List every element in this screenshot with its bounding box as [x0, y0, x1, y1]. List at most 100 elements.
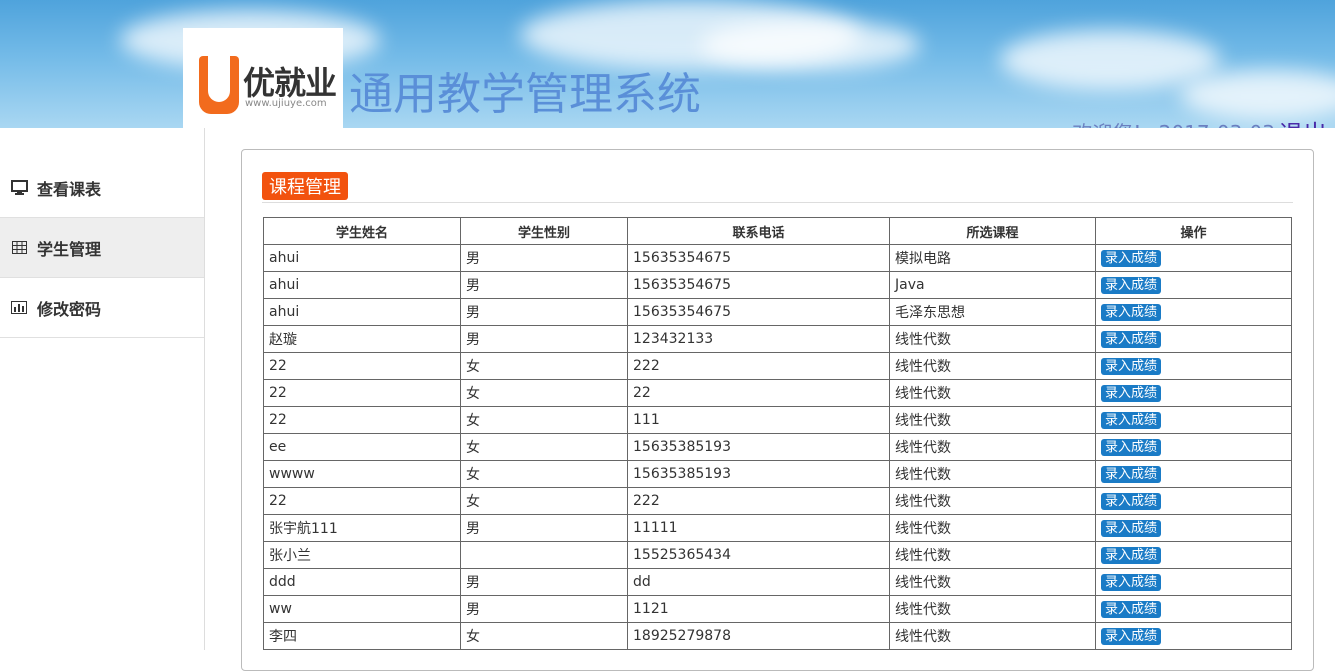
column-header-phone: 联系电话 [627, 217, 890, 245]
cell-student-name: ddd [263, 568, 461, 596]
welcome-text: 欢迎您！ 2017-03-03 [1072, 117, 1275, 128]
cell-student-gender: 女 [460, 379, 628, 407]
cell-phone: 222 [627, 352, 890, 380]
sidebar-item-view-schedule[interactable]: 查看课表 [0, 158, 204, 218]
cell-course: 线性代数 [889, 595, 1096, 623]
cell-phone: 15635385193 [627, 460, 890, 488]
table-row: wwww 女 15635385193 线性代数 录入成绩 [263, 460, 1292, 488]
enter-grade-button[interactable]: 录入成绩 [1101, 438, 1162, 456]
cell-student-name: 张小兰 [263, 541, 461, 569]
column-header-gender: 学生性别 [460, 217, 628, 245]
cell-course: 线性代数 [889, 325, 1096, 353]
monitor-icon [10, 179, 28, 197]
enter-grade-button[interactable]: 录入成绩 [1101, 357, 1162, 375]
table-row: ww 男 1121 线性代数 录入成绩 [263, 595, 1292, 623]
cloud-decoration [1000, 30, 1220, 90]
enter-grade-button[interactable]: 录入成绩 [1101, 600, 1162, 618]
app-title: 通用教学管理系统 [349, 69, 701, 120]
sidebar-item-label: 查看课表 [37, 179, 102, 199]
enter-grade-button[interactable]: 录入成绩 [1101, 573, 1162, 591]
cell-action: 录入成绩 [1095, 352, 1292, 380]
panel-divider [262, 202, 1293, 203]
cell-action: 录入成绩 [1095, 568, 1292, 596]
cell-phone: 18925279878 [627, 622, 890, 650]
cell-course: 线性代数 [889, 433, 1096, 461]
panel-title: 课程管理 [262, 172, 348, 200]
enter-grade-button[interactable]: 录入成绩 [1101, 330, 1162, 348]
sidebar-item-label: 学生管理 [37, 239, 102, 259]
cloud-decoration [700, 20, 920, 70]
table-row: 李四女 18925279878 线性代数 录入成绩 [263, 622, 1292, 650]
table-row: ahui 男 15635354675 毛泽东思想 录入成绩 [263, 298, 1292, 326]
enter-grade-button[interactable]: 录入成绩 [1101, 249, 1162, 267]
cell-student-name: ww [263, 595, 461, 623]
cell-phone: 15525365434 [627, 541, 890, 569]
sidebar-item-change-password[interactable]: 修改密码 [0, 278, 204, 338]
cell-student-name: ee [263, 433, 461, 461]
cell-course: 线性代数 [889, 514, 1096, 542]
cell-course: 线性代数 [889, 406, 1096, 434]
table-row: 张宇航111 男 11111 线性代数 录入成绩 [263, 514, 1292, 542]
cell-action: 录入成绩 [1095, 487, 1292, 515]
cell-action: 录入成绩 [1095, 460, 1292, 488]
cell-student-name: 22 [263, 487, 461, 515]
table-row: 赵璇男 123432133 线性代数 录入成绩 [263, 325, 1292, 353]
cell-student-gender: 男 [460, 325, 628, 353]
sidebar-item-student-management[interactable]: 学生管理 [0, 218, 204, 278]
cell-action: 录入成绩 [1095, 595, 1292, 623]
table-row: 张小兰 15525365434 线性代数 录入成绩 [263, 541, 1292, 569]
column-header-course: 所选课程 [889, 217, 1096, 245]
cell-student-name: 22 [263, 379, 461, 407]
cloud-decoration [1180, 70, 1335, 120]
cell-course: 线性代数 [889, 541, 1096, 569]
column-header-action: 操作 [1095, 217, 1292, 245]
cell-action: 录入成绩 [1095, 379, 1292, 407]
cell-phone: 15635354675 [627, 271, 890, 299]
cell-student-name: ahui [263, 271, 461, 299]
enter-grade-button[interactable]: 录入成绩 [1101, 411, 1162, 429]
cell-student-gender [460, 541, 628, 569]
cell-course: 毛泽东思想 [889, 298, 1096, 326]
cell-student-name: wwww [263, 460, 461, 488]
table-row: ahui 男 15635354675 模拟电路 录入成绩 [263, 244, 1292, 272]
enter-grade-button[interactable]: 录入成绩 [1101, 303, 1162, 321]
enter-grade-button[interactable]: 录入成绩 [1101, 627, 1162, 645]
cell-phone: 222 [627, 487, 890, 515]
cell-student-gender: 女 [460, 622, 628, 650]
cell-student-name: 李四 [263, 622, 461, 650]
enter-grade-button[interactable]: 录入成绩 [1101, 492, 1162, 510]
enter-grade-button[interactable]: 录入成绩 [1101, 465, 1162, 483]
cell-course: 线性代数 [889, 487, 1096, 515]
table-row: ee 女 15635385193 线性代数 录入成绩 [263, 433, 1292, 461]
enter-grade-button[interactable]: 录入成绩 [1101, 384, 1162, 402]
cell-student-name: 22 [263, 352, 461, 380]
cell-action: 录入成绩 [1095, 271, 1292, 299]
cell-phone: 111 [627, 406, 890, 434]
table-row: ahui 男 15635354675 Java 录入成绩 [263, 271, 1292, 299]
cell-student-gender: 女 [460, 406, 628, 434]
cell-student-gender: 女 [460, 460, 628, 488]
cell-student-gender: 男 [460, 298, 628, 326]
cell-action: 录入成绩 [1095, 244, 1292, 272]
table-icon [10, 239, 28, 257]
logo: 优就业 www.ujiuye.com [183, 28, 343, 128]
cell-student-name: ahui [263, 298, 461, 326]
enter-grade-button[interactable]: 录入成绩 [1101, 519, 1162, 537]
enter-grade-button[interactable]: 录入成绩 [1101, 276, 1162, 294]
enter-grade-button[interactable]: 录入成绩 [1101, 546, 1162, 564]
sidebar: 查看课表 学生管理 修改密码 [0, 128, 205, 650]
cell-student-name: ahui [263, 244, 461, 272]
logout-link[interactable]: 退出 [1279, 114, 1327, 128]
header-banner: 优就业 www.ujiuye.com 通用教学管理系统 欢迎您！ 2017-03… [0, 0, 1335, 128]
table-row: ddd 男 dd 线性代数 录入成绩 [263, 568, 1292, 596]
cell-phone: 15635354675 [627, 244, 890, 272]
cell-course: 线性代数 [889, 568, 1096, 596]
cell-course: 线性代数 [889, 379, 1096, 407]
cell-student-gender: 女 [460, 487, 628, 515]
sidebar-item-label: 修改密码 [37, 299, 102, 319]
cell-student-gender: 女 [460, 433, 628, 461]
cell-course: Java [889, 271, 1096, 299]
logo-u-icon [199, 56, 239, 114]
cell-phone: 15635354675 [627, 298, 890, 326]
cell-student-gender: 男 [460, 568, 628, 596]
